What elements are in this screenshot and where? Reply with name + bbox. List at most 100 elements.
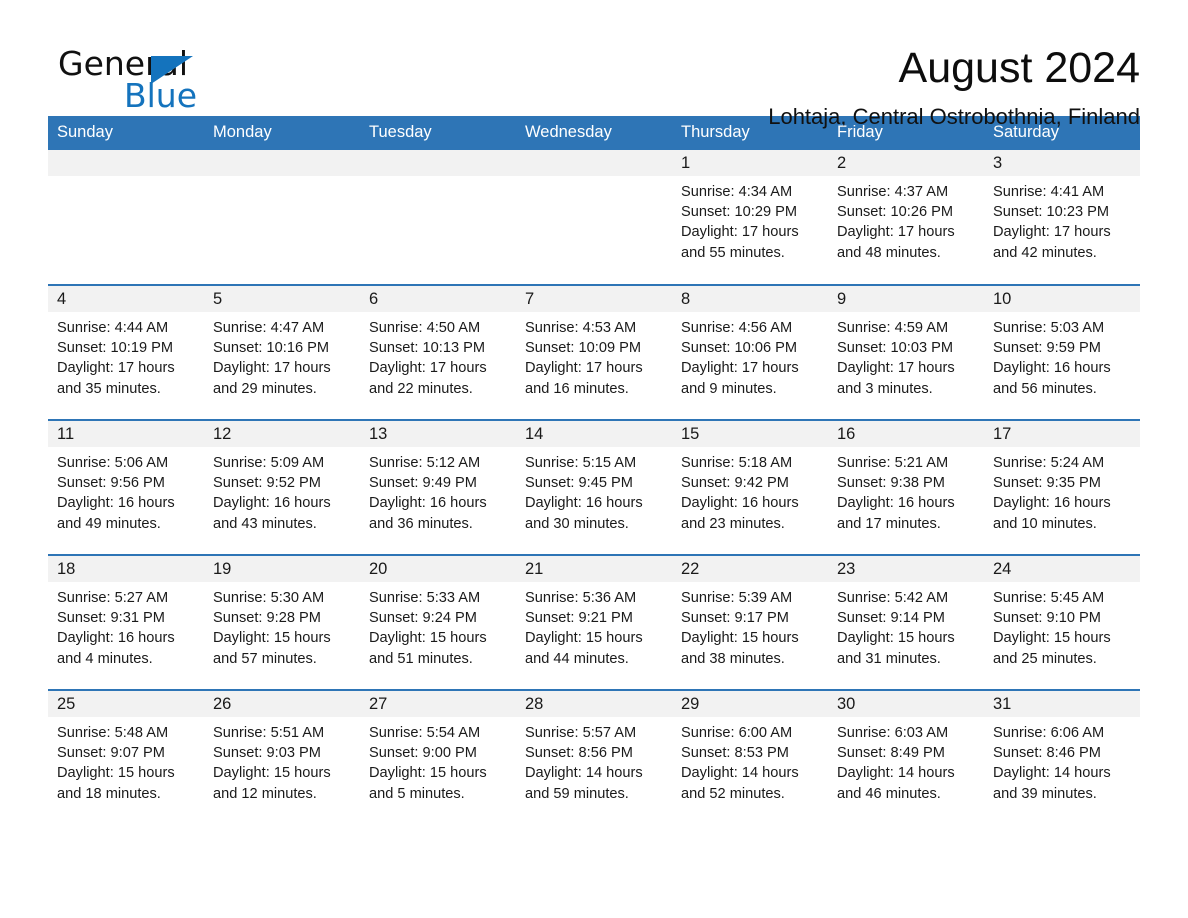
day-details: Sunrise: 5:03 AM Sunset: 9:59 PM Daylight:… bbox=[984, 312, 1140, 399]
calendar-day-cell[interactable]: 19 Sunrise: 5:30 AM Sunset: 9:28 PM Dayligh… bbox=[204, 554, 360, 690]
day-details: Sunrise: 5:06 AM Sunset: 9:56 PM Daylight:… bbox=[48, 447, 204, 534]
day-number: 18 bbox=[48, 556, 204, 582]
day-number: 6 bbox=[360, 286, 516, 312]
calendar-day-cell[interactable]: 22 Sunrise: 5:39 AM Sunset: 9:17 PM Dayligh… bbox=[672, 554, 828, 690]
day-number: 19 bbox=[204, 556, 360, 582]
calendar-day-cell[interactable]: 21 Sunrise: 5:36 AM Sunset: 9:21 PM Dayligh… bbox=[516, 554, 672, 690]
calendar-day-cell[interactable]: 1 Sunrise: 4:34 AM Sunset: 10:29 PM Dayligh… bbox=[672, 150, 828, 285]
calendar-day-cell[interactable]: 25 Sunrise: 5:48 AM Sunset: 9:07 PM Dayligh… bbox=[48, 689, 204, 825]
calendar-week-row: 11 Sunrise: 5:06 AM Sunset: 9:56 PM Dayligh… bbox=[48, 419, 1140, 555]
daylight-text-line2: and 43 minutes. bbox=[213, 515, 317, 532]
daylight-text-line1: Daylight: 15 hours bbox=[681, 630, 799, 647]
weekday-header-sunday: Sunday bbox=[48, 116, 204, 150]
calendar-day-cell[interactable]: 14 Sunrise: 5:15 AM Sunset: 9:45 PM Dayligh… bbox=[516, 419, 672, 555]
day-number: 24 bbox=[984, 556, 1140, 582]
sunrise-sunset-calendar: Sunday Monday Tuesday Wednesday Thursday… bbox=[48, 116, 1140, 825]
sunset-text: Sunset: 9:21 PM bbox=[525, 610, 633, 627]
daylight-text-line2: and 5 minutes. bbox=[369, 785, 465, 802]
calendar-week-row: 4 Sunrise: 4:44 AM Sunset: 10:19 PM Dayligh… bbox=[48, 284, 1140, 420]
daylight-text-line1: Daylight: 16 hours bbox=[525, 495, 643, 512]
sunset-text: Sunset: 10:06 PM bbox=[681, 340, 798, 357]
daylight-text-line1: Daylight: 14 hours bbox=[681, 765, 799, 782]
sunset-text: Sunset: 8:53 PM bbox=[681, 745, 789, 762]
calendar-day-cell[interactable]: 4 Sunrise: 4:44 AM Sunset: 10:19 PM Dayligh… bbox=[48, 284, 204, 420]
calendar-day-cell[interactable]: 2 Sunrise: 4:37 AM Sunset: 10:26 PM Dayligh… bbox=[828, 150, 984, 285]
calendar-day-cell[interactable]: 7 Sunrise: 4:53 AM Sunset: 10:09 PM Dayligh… bbox=[516, 284, 672, 420]
day-details: Sunrise: 6:06 AM Sunset: 8:46 PM Daylight:… bbox=[984, 717, 1140, 804]
calendar-day-cell[interactable]: 23 Sunrise: 5:42 AM Sunset: 9:14 PM Dayligh… bbox=[828, 554, 984, 690]
sunrise-text: Sunrise: 5:12 AM bbox=[369, 455, 481, 471]
calendar-day-cell[interactable]: 11 Sunrise: 5:06 AM Sunset: 9:56 PM Dayligh… bbox=[48, 419, 204, 555]
calendar-day-cell[interactable]: 13 Sunrise: 5:12 AM Sunset: 9:49 PM Dayligh… bbox=[360, 419, 516, 555]
day-details: Sunrise: 5:39 AM Sunset: 9:17 PM Daylight:… bbox=[672, 582, 828, 669]
sunset-text: Sunset: 9:10 PM bbox=[993, 610, 1101, 627]
calendar-cell-empty bbox=[360, 150, 516, 285]
sunset-text: Sunset: 10:26 PM bbox=[837, 204, 954, 221]
sunset-text: Sunset: 9:38 PM bbox=[837, 475, 945, 492]
day-number: 22 bbox=[672, 556, 828, 582]
sunset-text: Sunset: 10:29 PM bbox=[681, 204, 798, 221]
calendar-day-cell[interactable]: 10 Sunrise: 5:03 AM Sunset: 9:59 PM Dayligh… bbox=[984, 284, 1140, 420]
day-details: Sunrise: 5:18 AM Sunset: 9:42 PM Daylight:… bbox=[672, 447, 828, 534]
sunrise-text: Sunrise: 4:34 AM bbox=[681, 184, 793, 200]
page-title: August 2024 bbox=[898, 44, 1140, 92]
day-details: Sunrise: 4:34 AM Sunset: 10:29 PM Daylight… bbox=[672, 176, 828, 263]
calendar-day-cell[interactable]: 29 Sunrise: 6:00 AM Sunset: 8:53 PM Dayligh… bbox=[672, 689, 828, 825]
calendar-day-cell[interactable]: 5 Sunrise: 4:47 AM Sunset: 10:16 PM Dayligh… bbox=[204, 284, 360, 420]
calendar-day-cell[interactable]: 31 Sunrise: 6:06 AM Sunset: 8:46 PM Dayligh… bbox=[984, 689, 1140, 825]
daylight-text-line1: Daylight: 15 hours bbox=[993, 630, 1111, 647]
calendar-day-cell[interactable]: 18 Sunrise: 5:27 AM Sunset: 9:31 PM Dayligh… bbox=[48, 554, 204, 690]
daylight-text-line1: Daylight: 17 hours bbox=[837, 360, 955, 377]
daylight-text-line2: and 48 minutes. bbox=[837, 244, 941, 261]
calendar-day-cell[interactable]: 28 Sunrise: 5:57 AM Sunset: 8:56 PM Dayligh… bbox=[516, 689, 672, 825]
daylight-text-line2: and 44 minutes. bbox=[525, 650, 629, 667]
calendar-day-cell[interactable]: 24 Sunrise: 5:45 AM Sunset: 9:10 PM Dayligh… bbox=[984, 554, 1140, 690]
calendar-day-cell[interactable]: 9 Sunrise: 4:59 AM Sunset: 10:03 PM Dayligh… bbox=[828, 284, 984, 420]
daylight-text-line1: Daylight: 15 hours bbox=[525, 630, 643, 647]
day-details: Sunrise: 5:27 AM Sunset: 9:31 PM Daylight:… bbox=[48, 582, 204, 669]
calendar-day-cell[interactable]: 26 Sunrise: 5:51 AM Sunset: 9:03 PM Dayligh… bbox=[204, 689, 360, 825]
day-number: 17 bbox=[984, 421, 1140, 447]
general-blue-logo[interactable]: General Blue bbox=[48, 44, 248, 116]
sunset-text: Sunset: 9:14 PM bbox=[837, 610, 945, 627]
calendar-day-cell[interactable]: 15 Sunrise: 5:18 AM Sunset: 9:42 PM Dayligh… bbox=[672, 419, 828, 555]
calendar-day-cell[interactable]: 17 Sunrise: 5:24 AM Sunset: 9:35 PM Dayligh… bbox=[984, 419, 1140, 555]
day-details: Sunrise: 5:12 AM Sunset: 9:49 PM Daylight:… bbox=[360, 447, 516, 534]
calendar-day-cell[interactable]: 6 Sunrise: 4:50 AM Sunset: 10:13 PM Dayligh… bbox=[360, 284, 516, 420]
calendar-day-cell[interactable]: 8 Sunrise: 4:56 AM Sunset: 10:06 PM Dayligh… bbox=[672, 284, 828, 420]
day-number: 3 bbox=[984, 150, 1140, 176]
calendar-day-cell[interactable]: 16 Sunrise: 5:21 AM Sunset: 9:38 PM Dayligh… bbox=[828, 419, 984, 555]
weekday-header-monday: Monday bbox=[204, 116, 360, 150]
daylight-text-line1: Daylight: 15 hours bbox=[57, 765, 175, 782]
sunset-text: Sunset: 9:24 PM bbox=[369, 610, 477, 627]
sunrise-text: Sunrise: 5:21 AM bbox=[837, 455, 949, 471]
daylight-text-line2: and 52 minutes. bbox=[681, 785, 785, 802]
daylight-text-line1: Daylight: 15 hours bbox=[369, 765, 487, 782]
sunrise-text: Sunrise: 4:56 AM bbox=[681, 320, 793, 336]
day-details: Sunrise: 6:00 AM Sunset: 8:53 PM Daylight:… bbox=[672, 717, 828, 804]
day-number: 12 bbox=[204, 421, 360, 447]
daylight-text-line1: Daylight: 17 hours bbox=[681, 224, 799, 241]
daylight-text-line2: and 55 minutes. bbox=[681, 244, 785, 261]
sunrise-text: Sunrise: 6:00 AM bbox=[681, 725, 793, 741]
day-details: Sunrise: 4:44 AM Sunset: 10:19 PM Daylight… bbox=[48, 312, 204, 399]
calendar-day-cell[interactable]: 27 Sunrise: 5:54 AM Sunset: 9:00 PM Dayligh… bbox=[360, 689, 516, 825]
sunrise-text: Sunrise: 4:47 AM bbox=[213, 320, 325, 336]
daylight-text-line1: Daylight: 17 hours bbox=[213, 360, 331, 377]
calendar-week-row: 25 Sunrise: 5:48 AM Sunset: 9:07 PM Dayligh… bbox=[48, 689, 1140, 825]
sunset-text: Sunset: 9:45 PM bbox=[525, 475, 633, 492]
daylight-text-line2: and 29 minutes. bbox=[213, 380, 317, 397]
calendar-day-cell[interactable]: 3 Sunrise: 4:41 AM Sunset: 10:23 PM Dayligh… bbox=[984, 150, 1140, 285]
day-number: 23 bbox=[828, 556, 984, 582]
sunset-text: Sunset: 10:13 PM bbox=[369, 340, 486, 357]
calendar-day-cell[interactable]: 20 Sunrise: 5:33 AM Sunset: 9:24 PM Dayligh… bbox=[360, 554, 516, 690]
sunrise-text: Sunrise: 5:27 AM bbox=[57, 590, 169, 606]
sunset-text: Sunset: 9:03 PM bbox=[213, 745, 321, 762]
daylight-text-line1: Daylight: 16 hours bbox=[213, 495, 331, 512]
calendar-day-cell[interactable]: 12 Sunrise: 5:09 AM Sunset: 9:52 PM Dayligh… bbox=[204, 419, 360, 555]
daylight-text-line1: Daylight: 15 hours bbox=[369, 630, 487, 647]
calendar-day-cell[interactable]: 30 Sunrise: 6:03 AM Sunset: 8:49 PM Dayligh… bbox=[828, 689, 984, 825]
sunrise-text: Sunrise: 4:37 AM bbox=[837, 184, 949, 200]
day-details: Sunrise: 5:15 AM Sunset: 9:45 PM Daylight:… bbox=[516, 447, 672, 534]
day-details: Sunrise: 4:37 AM Sunset: 10:26 PM Daylight… bbox=[828, 176, 984, 263]
